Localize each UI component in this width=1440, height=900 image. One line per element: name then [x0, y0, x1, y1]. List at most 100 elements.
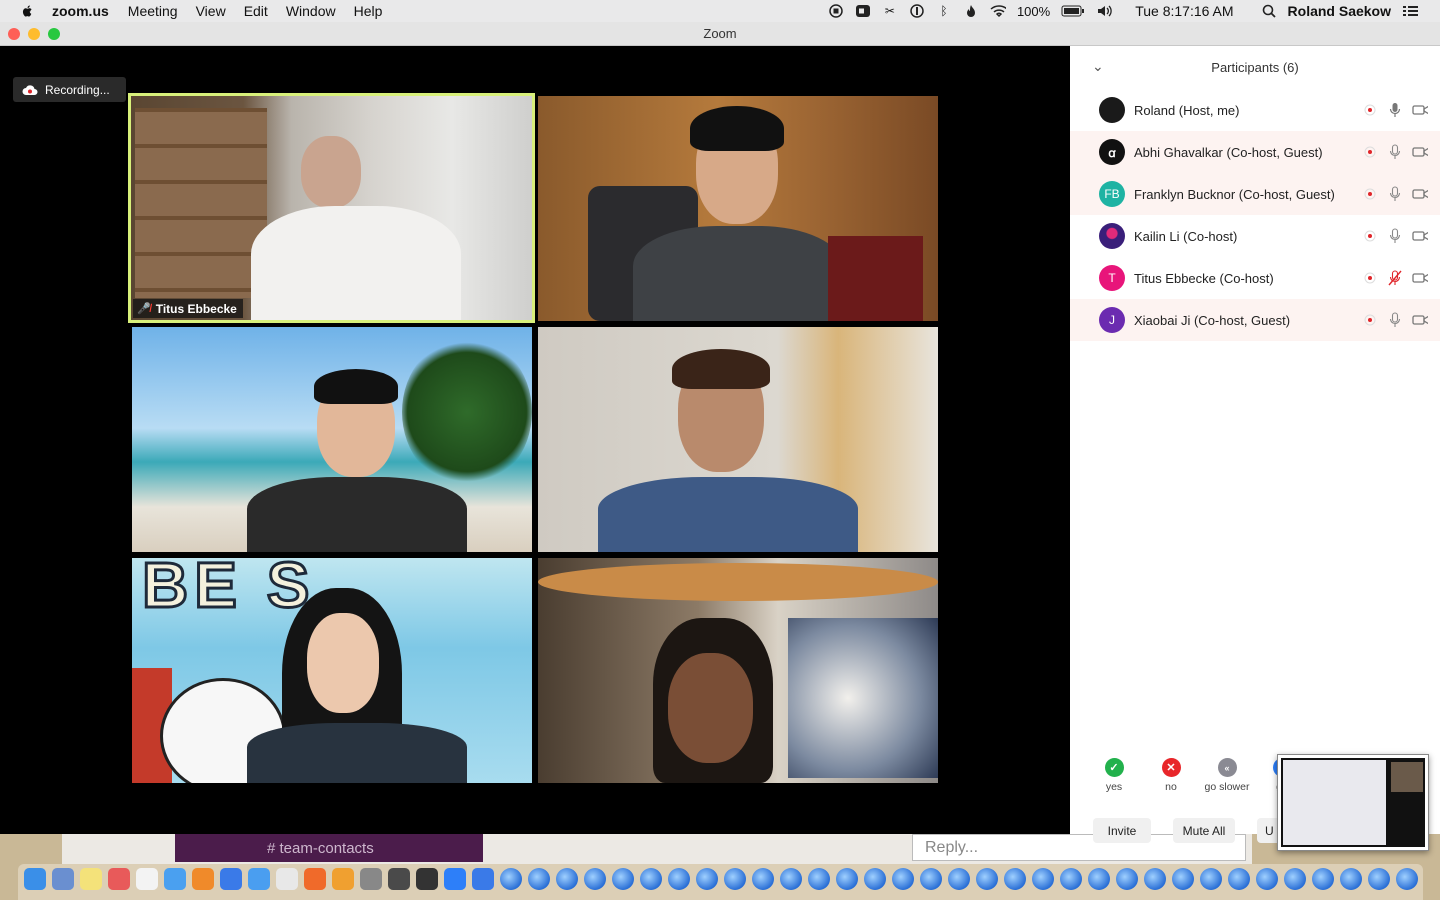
wifi-icon[interactable] [990, 4, 1006, 18]
user-name[interactable]: Roland Saekow [1288, 3, 1391, 19]
dock-app-icon[interactable] [864, 868, 886, 890]
dock-app-icon[interactable] [780, 868, 802, 890]
record-status-icon[interactable] [828, 4, 844, 18]
dock-app-icon[interactable] [220, 868, 242, 890]
video-tile-2[interactable] [538, 96, 938, 321]
dock-app-icon[interactable] [1340, 868, 1362, 890]
notification-center-icon[interactable] [1402, 4, 1418, 18]
dock-app-icon[interactable] [920, 868, 942, 890]
microphone-icon[interactable] [1387, 102, 1403, 118]
video-camera-icon[interactable] [1412, 228, 1428, 244]
participant-row[interactable]: Kailin Li (Co-host) [1070, 215, 1440, 257]
feedback-no-button[interactable]: ✕ no [1143, 758, 1199, 793]
microphone-icon[interactable] [1387, 228, 1403, 244]
battery-icon[interactable] [1061, 4, 1085, 18]
dock-app-icon[interactable] [892, 868, 914, 890]
dock-app-icon[interactable] [416, 868, 438, 890]
participant-row[interactable]: ꭤ Abhi Ghavalkar (Co-host, Guest) [1070, 131, 1440, 173]
dock-app-icon[interactable] [1060, 868, 1082, 890]
record-permission-icon[interactable] [1362, 270, 1378, 286]
dock-app-icon[interactable] [388, 868, 410, 890]
video-tile-5[interactable]: BE S [132, 558, 532, 783]
dock-app-icon[interactable] [1396, 868, 1418, 890]
muted-microphone-icon[interactable] [1387, 270, 1403, 286]
dock-app-icon[interactable] [948, 868, 970, 890]
mute-all-button[interactable]: Mute All [1173, 818, 1235, 843]
video-tile-4[interactable] [538, 327, 938, 552]
participant-row[interactable]: T Titus Ebbecke (Co-host) [1070, 257, 1440, 299]
battery-percent[interactable]: 100% [1017, 4, 1050, 19]
dock-app-icon[interactable] [584, 868, 606, 890]
microphone-icon[interactable] [1387, 186, 1403, 202]
dock-app-icon[interactable] [360, 868, 382, 890]
app-menu[interactable]: zoom.us [52, 3, 109, 19]
record-permission-icon[interactable] [1362, 186, 1378, 202]
microphone-icon[interactable] [1387, 312, 1403, 328]
spotlight-search-icon[interactable] [1261, 4, 1277, 18]
menu-meeting[interactable]: Meeting [128, 3, 178, 19]
dock-app-icon[interactable] [808, 868, 830, 890]
dock-app-icon[interactable] [192, 868, 214, 890]
video-camera-icon[interactable] [1412, 144, 1428, 160]
participant-row[interactable]: J Xiaobai Ji (Co-host, Guest) [1070, 299, 1440, 341]
video-tile-titus[interactable]: 🎤̸ Titus Ebbecke [128, 93, 535, 323]
dock-app-icon[interactable] [444, 868, 466, 890]
participant-row[interactable]: Roland (Host, me) [1070, 89, 1440, 131]
dock-app-icon[interactable] [164, 868, 186, 890]
info-icon[interactable] [909, 4, 925, 18]
dock-app-icon[interactable] [1228, 868, 1250, 890]
record-permission-icon[interactable] [1362, 102, 1378, 118]
dock-app-icon[interactable] [1088, 868, 1110, 890]
dock-app-icon[interactable] [696, 868, 718, 890]
dock-app-icon[interactable] [276, 868, 298, 890]
video-camera-icon[interactable] [1412, 312, 1428, 328]
participant-row[interactable]: FB Franklyn Bucknor (Co-host, Guest) [1070, 173, 1440, 215]
dock-app-icon[interactable] [1116, 868, 1138, 890]
dock-app-icon[interactable] [108, 868, 130, 890]
dock-app-icon[interactable] [1368, 868, 1390, 890]
video-camera-icon[interactable] [1412, 102, 1428, 118]
apple-icon[interactable] [18, 4, 38, 18]
video-camera-icon[interactable] [1412, 270, 1428, 286]
record-permission-icon[interactable] [1362, 144, 1378, 160]
dock-app-icon[interactable] [640, 868, 662, 890]
dock-app-icon[interactable] [80, 868, 102, 890]
dock-app-icon[interactable] [248, 868, 270, 890]
bluetooth-icon[interactable]: ᛒ [936, 4, 952, 18]
dock-app-icon[interactable] [304, 868, 326, 890]
dock-app-icon[interactable] [976, 868, 998, 890]
dock-app-icon[interactable] [556, 868, 578, 890]
menu-help[interactable]: Help [354, 3, 383, 19]
record-permission-icon[interactable] [1362, 312, 1378, 328]
screenshot-thumbnail[interactable] [1277, 754, 1429, 851]
dock-app-icon[interactable] [528, 868, 550, 890]
dock-app-icon[interactable] [500, 868, 522, 890]
dock-app-icon[interactable] [332, 868, 354, 890]
dock-app-icon[interactable] [752, 868, 774, 890]
dock-app-icon[interactable] [836, 868, 858, 890]
flame-icon[interactable] [963, 4, 979, 18]
dock-app-icon[interactable] [1312, 868, 1334, 890]
scissors-icon[interactable]: ✂ [882, 4, 898, 18]
volume-icon[interactable] [1096, 4, 1112, 18]
dock-app-icon[interactable] [472, 868, 494, 890]
recording-indicator[interactable]: Recording... [13, 77, 126, 102]
dock-app-icon[interactable] [612, 868, 634, 890]
video-tile-3[interactable] [132, 327, 532, 552]
dock-app-icon[interactable] [668, 868, 690, 890]
dock-app-icon[interactable] [724, 868, 746, 890]
dock-app-icon[interactable] [1284, 868, 1306, 890]
dock-app-icon[interactable] [136, 868, 158, 890]
video-camera-icon[interactable] [1412, 186, 1428, 202]
menu-view[interactable]: View [196, 3, 226, 19]
dock-app-icon[interactable] [52, 868, 74, 890]
menu-edit[interactable]: Edit [244, 3, 268, 19]
dock-app-icon[interactable] [1144, 868, 1166, 890]
zoom-status-icon[interactable] [855, 4, 871, 18]
video-tile-6[interactable] [538, 558, 938, 783]
microphone-icon[interactable] [1387, 144, 1403, 160]
dock-app-icon[interactable] [1172, 868, 1194, 890]
dock-app-icon[interactable] [1256, 868, 1278, 890]
dock-app-icon[interactable] [1200, 868, 1222, 890]
dock-app-icon[interactable] [1032, 868, 1054, 890]
